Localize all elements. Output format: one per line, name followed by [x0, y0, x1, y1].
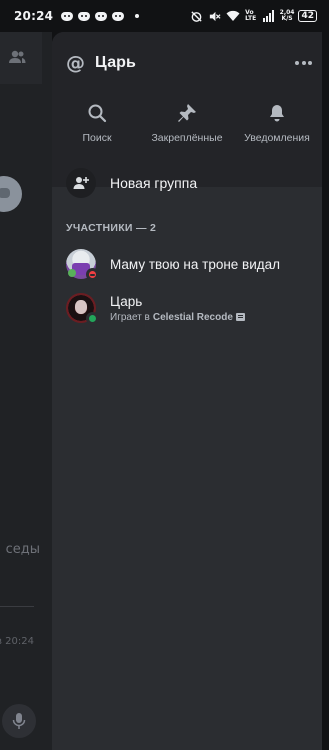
mute-icon [208, 9, 222, 23]
background-timestamp: в 20:24 [0, 636, 34, 647]
member-name: Царь [110, 293, 143, 309]
signal-icon [262, 9, 276, 23]
pinned-button[interactable]: Закреплённые [142, 102, 232, 148]
pinned-label: Закреплённые [151, 132, 223, 144]
status-bar: 20:24 Vo LTE 2,04 K/S 42 [0, 0, 329, 32]
microphone-icon [12, 713, 26, 729]
drawer-header: @ Царь Поиск Закреплённые Уведомления [52, 32, 322, 187]
member-activity: Играет в Celestial Recode [110, 312, 245, 323]
activity-prefix: Играет в [110, 311, 150, 323]
discord-notification-icon [112, 11, 125, 21]
bell-icon [266, 102, 288, 124]
background-divider [0, 606, 34, 607]
online-status-icon [86, 312, 99, 325]
pin-icon [176, 102, 198, 124]
notifications-button[interactable]: Уведомления [232, 102, 322, 148]
background-chat-header [0, 32, 42, 84]
more-dot-icon [301, 61, 306, 65]
channel-info-drawer: @ Царь Поиск Закреплённые Уведомления Но… [52, 32, 322, 750]
dnd-status-icon [86, 268, 99, 281]
network-speed: 2,04 K/S [280, 10, 295, 22]
wifi-icon [226, 9, 240, 23]
volte-icon: Vo LTE [245, 9, 257, 22]
avatar-art [75, 300, 87, 314]
notifications-label: Уведомления [244, 132, 310, 144]
discord-notification-icon [95, 11, 108, 21]
search-icon [86, 102, 108, 124]
more-notifications-dot-icon [135, 14, 140, 18]
channel-name: Царь [95, 54, 136, 71]
avatar [66, 293, 99, 325]
background-message-text: седы [5, 542, 40, 557]
new-group-button[interactable]: Новая группа [66, 168, 316, 198]
battery-level: 42 [301, 10, 314, 21]
member-info: Царь Играет в Celestial Recode [110, 294, 245, 323]
new-group-label: Новая группа [110, 175, 198, 191]
action-bar: Поиск Закреплённые Уведомления [52, 102, 322, 148]
avatar-art [68, 269, 76, 277]
background-chat[interactable]: седы в 20:24 [0, 32, 52, 750]
add-user-icon [66, 168, 96, 198]
member-name: Маму твою на троне видал [110, 256, 281, 272]
more-options-button[interactable] [291, 55, 316, 71]
notification-icons [61, 11, 140, 21]
members-icon[interactable] [8, 48, 26, 66]
at-icon: @ [66, 52, 85, 74]
microphone-button[interactable] [2, 704, 36, 738]
battery-icon: 42 [298, 10, 317, 22]
rich-presence-icon [235, 313, 245, 321]
alarm-off-icon [190, 9, 204, 23]
members-header: УЧАСТНИКИ — 2 [66, 222, 157, 234]
background-avatar [0, 176, 22, 212]
network-speed-unit: K/S [281, 15, 293, 22]
discord-notification-icon [61, 11, 74, 21]
member-info: Маму твою на троне видал [110, 257, 280, 272]
discord-notification-icon [78, 11, 91, 21]
member-item[interactable]: Царь Играет в Celestial Recode [66, 292, 316, 325]
status-right: Vo LTE 2,04 K/S 42 [190, 9, 317, 23]
activity-name: Celestial Recode [152, 311, 233, 323]
more-dot-icon [295, 61, 299, 65]
search-label: Поиск [82, 132, 112, 144]
search-button[interactable]: Поиск [52, 102, 142, 148]
member-item[interactable]: Маму твою на троне видал [66, 248, 316, 281]
status-time: 20:24 [14, 9, 54, 23]
more-dot-icon [308, 61, 312, 65]
avatar [66, 249, 99, 281]
header-row: @ Царь [66, 52, 316, 74]
screen: 20:24 Vo LTE 2,04 K/S 42 седы 20:24 @ Ца… [0, 0, 329, 750]
